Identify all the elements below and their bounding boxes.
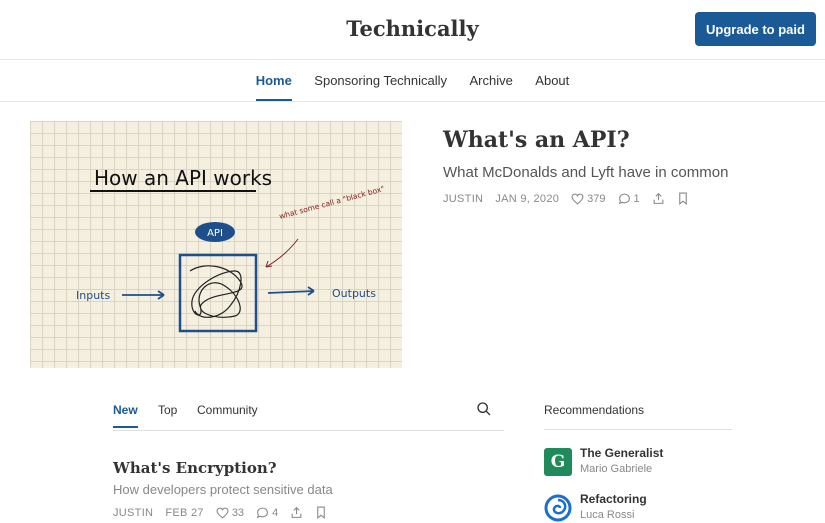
post-author[interactable]: JUSTIN: [113, 507, 153, 519]
recommendation-author: Mario Gabriele: [580, 463, 653, 475]
bookmark-icon: [678, 192, 687, 205]
recommendation-author: Luca Rossi: [580, 509, 635, 521]
like-count: 379: [587, 192, 606, 205]
like-count: 33: [231, 506, 245, 519]
share-button[interactable]: [290, 506, 303, 519]
post-subtitle[interactable]: How developers protect sensitive data: [113, 482, 333, 497]
refactoring-logo-icon: [544, 494, 572, 522]
nav-about[interactable]: About: [535, 61, 569, 101]
recommendation-item[interactable]: Refactoring Luca Rossi: [544, 492, 744, 523]
share-icon: [291, 506, 302, 518]
api-label: API: [207, 228, 223, 239]
nav-sponsoring[interactable]: Sponsoring Technically: [314, 61, 447, 101]
hero-post-meta: JUSTIN JAN 9, 2020 379 1: [443, 192, 689, 205]
generalist-logo-icon: G: [544, 448, 572, 476]
hero-post-subtitle[interactable]: What McDonalds and Lyft have in common: [443, 164, 728, 181]
heart-icon: [571, 193, 584, 205]
comment-icon: [618, 193, 630, 204]
recommendation-name: The Generalist: [580, 446, 664, 460]
bookmark-icon: [317, 506, 325, 519]
api-diagram-illustration: How an API works API what some call a "b…: [76, 166, 385, 333]
illustration-heading: How an API works: [94, 166, 272, 190]
recommendation-name: Refactoring: [580, 492, 647, 506]
share-icon: [653, 192, 664, 204]
hero-post-title[interactable]: What's an API?: [443, 127, 630, 153]
nav-archive[interactable]: Archive: [469, 61, 512, 101]
outputs-label: Outputs: [332, 287, 376, 300]
tab-top[interactable]: Top: [158, 403, 177, 426]
recommendations-heading: Recommendations: [544, 403, 645, 417]
search-icon[interactable]: [476, 401, 492, 422]
post-date: JAN 9, 2020: [495, 192, 560, 205]
illustration-note: what some call a "black box": [278, 184, 385, 221]
tab-new[interactable]: New: [113, 403, 138, 428]
recommendations-divider: [544, 429, 732, 430]
tab-community[interactable]: Community: [197, 403, 258, 426]
hero-image[interactable]: How an API works API what some call a "b…: [30, 121, 402, 368]
post-title[interactable]: What's Encryption?: [113, 459, 277, 477]
comment-count: 4: [272, 506, 279, 519]
inputs-label: Inputs: [76, 289, 110, 302]
like-button[interactable]: 379: [571, 192, 606, 205]
main-nav: Home Sponsoring Technically Archive Abou…: [0, 61, 825, 102]
recommendation-item[interactable]: G The Generalist Mario Gabriele: [544, 446, 744, 480]
like-button[interactable]: 33: [216, 507, 244, 519]
comment-button[interactable]: 4: [256, 507, 278, 519]
nav-home[interactable]: Home: [255, 61, 292, 101]
heart-icon: [216, 507, 229, 519]
bookmark-button[interactable]: [315, 506, 327, 519]
comment-icon: [256, 507, 268, 518]
comment-count: 1: [633, 192, 640, 205]
post-date: FEB 27: [165, 506, 204, 519]
post-author[interactable]: JUSTIN: [443, 193, 483, 205]
upgrade-button[interactable]: Upgrade to paid: [695, 12, 816, 46]
bookmark-button[interactable]: [677, 192, 689, 205]
site-header: Technically Upgrade to paid: [0, 0, 825, 60]
feed-tabs: New Top Community: [113, 398, 504, 431]
share-button[interactable]: [652, 192, 665, 205]
post-meta: JUSTIN FEB 27 33 4: [113, 506, 327, 519]
comment-button[interactable]: 1: [618, 193, 640, 205]
